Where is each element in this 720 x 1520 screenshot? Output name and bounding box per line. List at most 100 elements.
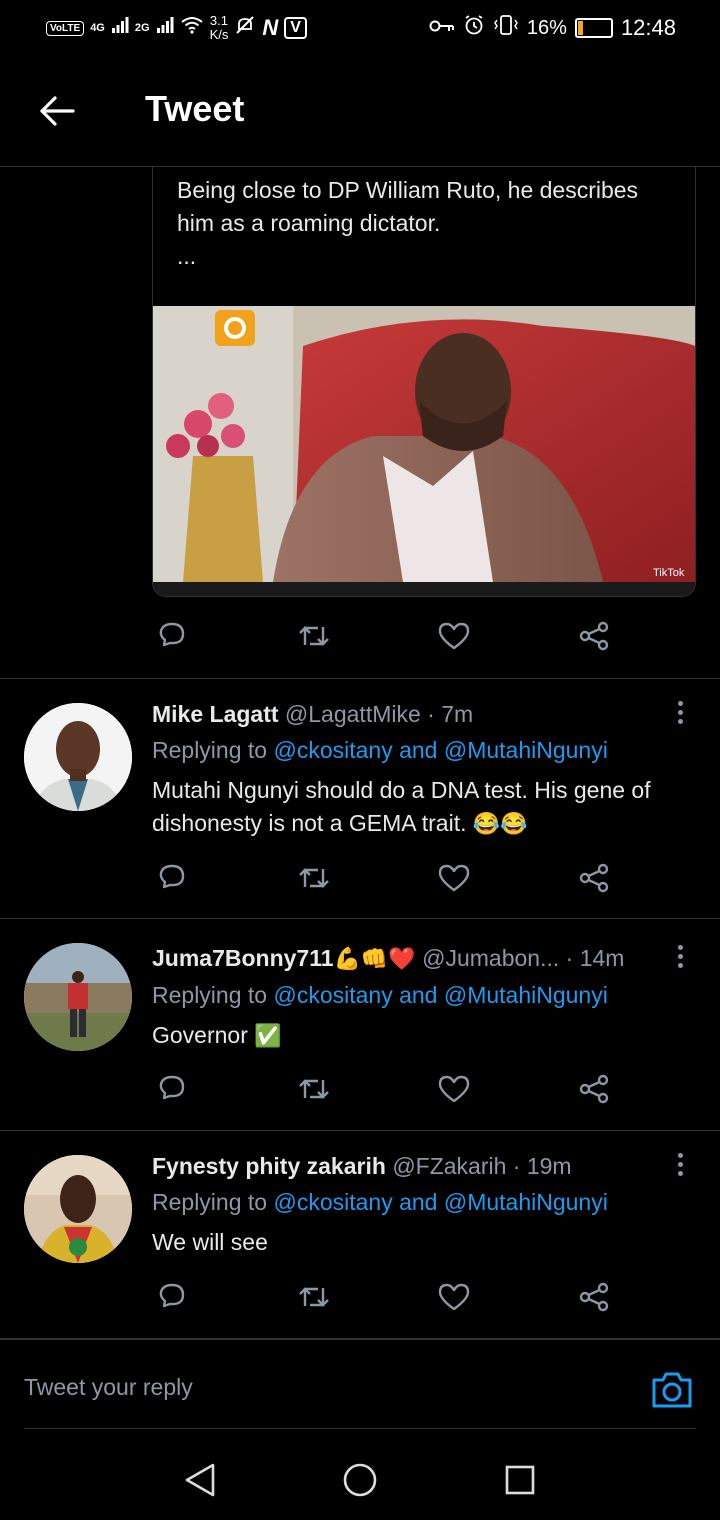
mention-link[interactable]: @ckositany (273, 982, 392, 1008)
like-button[interactable] (434, 858, 474, 898)
avatar[interactable] (24, 943, 132, 1051)
display-name[interactable]: Fynesty phity zakarih (152, 1153, 386, 1179)
net-speed-value: 3.1 (209, 13, 228, 28)
nav-back-button[interactable] (180, 1460, 220, 1500)
reply-text-line: dishonesty is not a GEMA trait. 😂😂 (152, 807, 700, 840)
replying-to: Replying to @ckositany and @MutahiNgunyi (152, 980, 692, 1010)
alarm-icon (463, 14, 485, 42)
more-icon (677, 700, 683, 706)
status-bar: VoLTE 4G 2G 3.1 K/s N V 16% 12:48 (0, 0, 720, 56)
wifi-icon (180, 15, 204, 41)
retweet-button[interactable] (294, 616, 334, 656)
quoted-tweet-text: Being close to DP William Ruto, he descr… (177, 174, 677, 273)
battery-level (577, 21, 584, 35)
user-handle[interactable]: @LagattMike (285, 701, 421, 727)
like-button[interactable] (434, 1069, 474, 1109)
replying-and[interactable]: and (399, 1189, 437, 1215)
mention-link[interactable]: @ckositany (273, 737, 392, 763)
nav-home-icon (343, 1463, 377, 1497)
nav-back-icon (185, 1463, 215, 1497)
more-icon (677, 1152, 683, 1158)
reply-composer: Tweet your reply (0, 1338, 720, 1432)
more-options-button[interactable] (668, 697, 692, 727)
reply-input[interactable]: Tweet your reply (24, 1374, 193, 1401)
signal-2g-label: 2G (134, 22, 150, 34)
replying-to: Replying to @ckositany and @MutahiNgunyi (152, 1187, 692, 1217)
reply-item[interactable]: Juma7Bonny711💪👊❤️ @Jumabon... · 14m Repl… (0, 919, 720, 1129)
reply-button[interactable] (152, 1277, 192, 1317)
more-options-button[interactable] (668, 941, 692, 971)
clock: 12:48 (620, 15, 676, 40)
timestamp[interactable]: · 14m (566, 945, 625, 971)
signal-4g-label: 4G (90, 22, 105, 34)
back-arrow-icon (40, 96, 75, 126)
retweet-icon (299, 1287, 329, 1307)
reply-text-span: Governor (152, 1022, 248, 1048)
mention-link[interactable]: @MutahiNgunyi (444, 737, 608, 763)
tweet-actions (152, 616, 622, 656)
share-icon (579, 1282, 609, 1312)
display-name[interactable]: Mike Lagatt (152, 701, 279, 727)
more-icon (677, 944, 683, 950)
reply-text: Mutahi Ngunyi should do a DNA test. His … (152, 774, 700, 840)
share-button[interactable] (574, 1277, 614, 1317)
timestamp[interactable]: · 7m (427, 701, 473, 727)
like-button[interactable] (434, 616, 474, 656)
replying-prefix: Replying to (152, 737, 268, 763)
replying-prefix: Replying to (152, 1189, 268, 1215)
name-emoji: 💪👊❤️ (333, 946, 416, 971)
user-handle[interactable]: @FZakarih (392, 1153, 506, 1179)
quoted-line: him as a roaming dictator. (177, 210, 441, 236)
muted-notification-icon (234, 14, 256, 42)
reply-actions (152, 1277, 622, 1317)
reply-text: Governor ✅ (152, 1019, 700, 1052)
reply-button[interactable] (152, 616, 192, 656)
mention-link[interactable]: @ckositany (273, 1189, 392, 1215)
avatar[interactable] (24, 1155, 132, 1263)
reply-item[interactable]: Fynesty phity zakarih @FZakarih · 19m Re… (0, 1131, 720, 1337)
reply-button[interactable] (152, 1069, 192, 1109)
reply-icon (159, 1075, 185, 1100)
mention-link[interactable]: @MutahiNgunyi (444, 1189, 608, 1215)
quoted-line: Being close to DP William Ruto, he descr… (177, 177, 639, 203)
share-icon (579, 621, 609, 651)
back-button[interactable] (36, 90, 78, 132)
timestamp[interactable]: · 19m (513, 1153, 572, 1179)
more-options-button[interactable] (668, 1149, 692, 1179)
quoted-tweet-card[interactable]: Being close to DP William Ruto, he descr… (152, 166, 696, 597)
like-button[interactable] (434, 1277, 474, 1317)
camera-button[interactable] (650, 1370, 694, 1412)
status-right: 16% 12:48 (429, 14, 676, 42)
display-name[interactable]: Juma7Bonny711 (152, 945, 334, 971)
like-icon (438, 1075, 470, 1103)
reply-icon (159, 622, 185, 647)
reply-item[interactable]: Mike Lagatt @LagattMike · 7m Replying to… (0, 679, 720, 917)
user-handle[interactable]: @Jumabon... (422, 945, 559, 971)
reply-header: Mike Lagatt @LagattMike · 7m (152, 699, 672, 729)
share-button[interactable] (574, 616, 614, 656)
share-icon (579, 863, 609, 893)
battery-icon (574, 18, 613, 38)
mention-link[interactable]: @MutahiNgunyi (444, 982, 608, 1008)
share-button[interactable] (574, 1069, 614, 1109)
like-icon (438, 864, 470, 892)
replying-and[interactable]: and (399, 982, 437, 1008)
video-thumbnail[interactable]: TikTok (153, 306, 695, 582)
status-left: VoLTE 4G 2G 3.1 K/s N V (46, 14, 307, 42)
reply-text-span: dishonesty is not a GEMA trait. (152, 810, 467, 836)
retweet-button[interactable] (294, 1069, 334, 1109)
nav-home-button[interactable] (340, 1460, 380, 1500)
retweet-button[interactable] (294, 1277, 334, 1317)
share-icon (579, 1074, 609, 1104)
like-icon (438, 1283, 470, 1311)
like-icon (438, 622, 470, 650)
retweet-icon (299, 868, 329, 888)
replying-and[interactable]: and (399, 737, 437, 763)
reply-button[interactable] (152, 858, 192, 898)
laughing-emoji: 😂😂 (472, 811, 528, 836)
share-button[interactable] (574, 858, 614, 898)
retweet-button[interactable] (294, 858, 334, 898)
tiktok-watermark: TikTok (653, 567, 685, 579)
nav-recents-button[interactable] (500, 1460, 540, 1500)
avatar[interactable] (24, 703, 132, 811)
